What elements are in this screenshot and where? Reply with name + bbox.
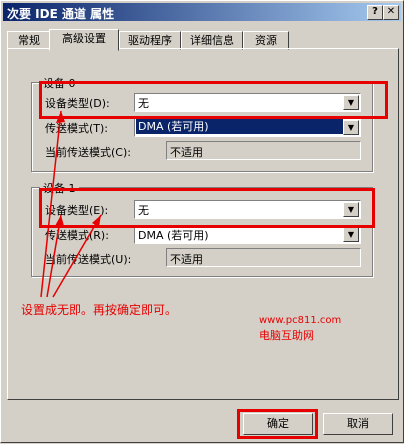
watermark-url: www.pc811.com <box>259 315 342 326</box>
cancel-button[interactable]: 取消 <box>323 413 393 435</box>
annotation-text: 设置成无即。再按确定即可。 <box>21 303 178 317</box>
properties-dialog: 次要 IDE 通道 属性 ? ✕ 常规 高级设置 驱动程序 详细信息 资源 设备… <box>0 0 404 443</box>
watermark-name: 电脑互助网 <box>259 329 314 342</box>
annotation-arrows <box>40 110 102 298</box>
highlight-ok-button <box>237 409 318 439</box>
tab-advanced[interactable]: 高级设置 <box>49 29 119 51</box>
